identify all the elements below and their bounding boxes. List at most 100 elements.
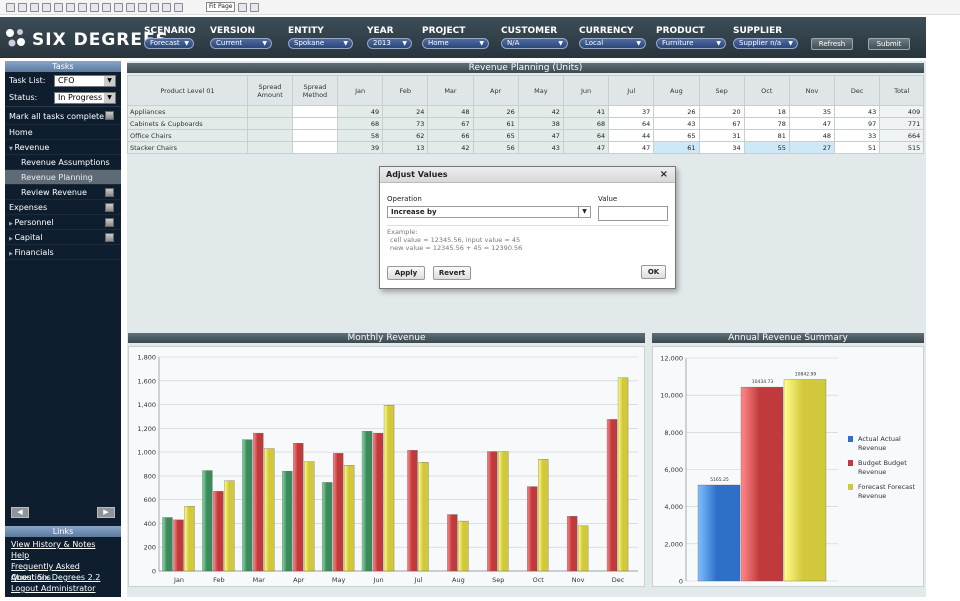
grid-cell[interactable]: 42 <box>427 141 474 154</box>
filter-select-customer[interactable]: N/A ▼ <box>501 38 568 49</box>
grid-cell[interactable]: 97 <box>834 117 881 130</box>
close-icon[interactable]: × <box>660 167 668 183</box>
grid-cell[interactable]: 65 <box>653 129 700 142</box>
grid-cell[interactable]: 81 <box>743 129 790 142</box>
task-item-review-revenue[interactable]: Review Revenue <box>5 185 121 200</box>
operation-select[interactable]: Increase by ▼ <box>387 206 591 218</box>
grid-cell[interactable]: 34 <box>698 141 745 154</box>
refresh-button[interactable]: Refresh <box>811 38 853 50</box>
grid-cell[interactable]: 31 <box>698 129 745 142</box>
grid-cell[interactable]: 78 <box>743 117 790 130</box>
grid-cell[interactable]: 55 <box>743 141 790 154</box>
task-item-revenue-planning[interactable]: Revenue Planning <box>5 170 121 185</box>
task-checkbox[interactable] <box>105 218 114 227</box>
grid-cell[interactable]: 65 <box>472 129 519 142</box>
filter-select-project[interactable]: Home ▼ <box>422 38 489 49</box>
ok-button[interactable]: OK <box>641 265 666 279</box>
submit-button[interactable]: Submit <box>868 38 910 50</box>
task-item-capital[interactable]: ▶ Capital <box>5 230 121 245</box>
spread-method-cell[interactable] <box>292 141 338 154</box>
grid-cell[interactable]: 48 <box>427 105 474 118</box>
grid-cell[interactable]: 64 <box>562 129 610 142</box>
mark-all-complete[interactable]: Mark all tasks complete <box>5 106 121 125</box>
grid-cell[interactable]: 27 <box>788 141 836 154</box>
grid-cell[interactable]: 43 <box>653 117 700 130</box>
back-icon[interactable] <box>18 2 27 12</box>
filter-select-scenario[interactable]: Forecast ▼ <box>144 38 194 49</box>
grid-cell[interactable]: 62 <box>382 129 429 142</box>
task-checkbox[interactable] <box>105 188 114 197</box>
grid-cell[interactable]: 35 <box>788 105 836 118</box>
task-item-revenue-assumptions[interactable]: Revenue Assumptions <box>5 155 121 170</box>
grid-cell[interactable]: 73 <box>382 117 429 130</box>
link-help[interactable]: Help <box>9 550 119 561</box>
task-item-expenses[interactable]: Expenses <box>5 200 121 215</box>
collapse-left-icon[interactable]: ◀ <box>11 507 29 518</box>
value-input[interactable] <box>598 206 668 221</box>
spread-method-cell[interactable] <box>292 129 338 142</box>
export-icon[interactable] <box>66 2 75 12</box>
mark-all-checkbox[interactable] <box>105 111 114 120</box>
spread-amount-cell[interactable] <box>247 129 293 142</box>
filter-select-currency[interactable]: Local ▼ <box>579 38 646 49</box>
grid-cell[interactable]: 64 <box>608 117 655 130</box>
link-view-history-notes[interactable]: View History & Notes <box>9 539 119 550</box>
filter-select-supplier[interactable]: Supplier n/a ▼ <box>733 38 798 49</box>
task-checkbox[interactable] <box>105 233 114 242</box>
spread-method-cell[interactable] <box>292 105 338 118</box>
edit-icon[interactable] <box>138 2 147 12</box>
grid-cell[interactable]: 33 <box>834 129 881 142</box>
grid-cell[interactable]: 67 <box>698 117 745 130</box>
grid-cell[interactable]: 43 <box>834 105 881 118</box>
grid-cell[interactable]: 18 <box>743 105 790 118</box>
grid-cell[interactable]: 24 <box>382 105 429 118</box>
layout-icon[interactable] <box>174 2 183 12</box>
forward-icon[interactable] <box>30 2 39 12</box>
grid-cell[interactable]: 48 <box>788 129 836 142</box>
apply-button[interactable]: Apply <box>387 266 425 280</box>
refresh-icon[interactable] <box>238 2 248 12</box>
chart-icon[interactable] <box>150 2 159 12</box>
task-item-personnel[interactable]: ▶ Personnel <box>5 215 121 230</box>
copy-icon[interactable] <box>78 2 87 12</box>
table-icon[interactable] <box>162 2 171 12</box>
grid-cell[interactable]: 49 <box>336 105 384 118</box>
print-icon[interactable] <box>42 2 51 12</box>
link-about-six-degrees-2-2[interactable]: About Six Degrees 2.2 <box>9 572 119 583</box>
grid-cell[interactable]: 56 <box>472 141 519 154</box>
task-item-financials[interactable]: ▶ Financials <box>5 245 121 260</box>
grid-cell[interactable]: 47 <box>562 141 610 154</box>
task-item-revenue[interactable]: ▼ Revenue <box>5 140 121 155</box>
expand-right-icon[interactable]: ▶ <box>97 507 115 518</box>
spread-amount-cell[interactable] <box>247 141 293 154</box>
grid-cell[interactable]: 47 <box>608 141 655 154</box>
grid-cell[interactable]: 51 <box>834 141 881 154</box>
link-frequently-asked-questions[interactable]: Frequently Asked Questions <box>9 561 119 582</box>
grid-cell[interactable]: 66 <box>427 129 474 142</box>
grid-cell[interactable]: 43 <box>517 141 564 154</box>
grid-cell[interactable]: 41 <box>562 105 610 118</box>
redo-icon[interactable] <box>114 2 123 12</box>
grid-cell[interactable]: 20 <box>698 105 745 118</box>
grid-cell[interactable]: 67 <box>427 117 474 130</box>
grid-cell[interactable]: 58 <box>336 129 384 142</box>
grid-cell[interactable]: 68 <box>562 117 610 130</box>
grid-cell[interactable]: 61 <box>653 141 700 154</box>
grid-cell[interactable]: 42 <box>517 105 564 118</box>
save-icon[interactable] <box>54 2 63 12</box>
grid-cell[interactable]: 61 <box>472 117 519 130</box>
grid-cell[interactable]: 47 <box>788 117 836 130</box>
zoom-select[interactable]: Fit Page <box>206 2 236 12</box>
grid-cell[interactable]: 47 <box>517 129 564 142</box>
grid-cell[interactable]: 38 <box>517 117 564 130</box>
grid-cell[interactable]: 13 <box>382 141 429 154</box>
bookmark-icon[interactable] <box>126 2 135 12</box>
grid-cell[interactable]: 26 <box>653 105 700 118</box>
filter-select-entity[interactable]: Spokane ▼ <box>288 38 353 49</box>
spread-method-cell[interactable] <box>292 117 338 130</box>
undo-icon[interactable] <box>102 2 111 12</box>
grid-cell[interactable]: 37 <box>608 105 655 118</box>
home-icon[interactable] <box>6 2 15 12</box>
revert-button[interactable]: Revert <box>433 266 471 280</box>
grid-cell[interactable]: 39 <box>336 141 384 154</box>
